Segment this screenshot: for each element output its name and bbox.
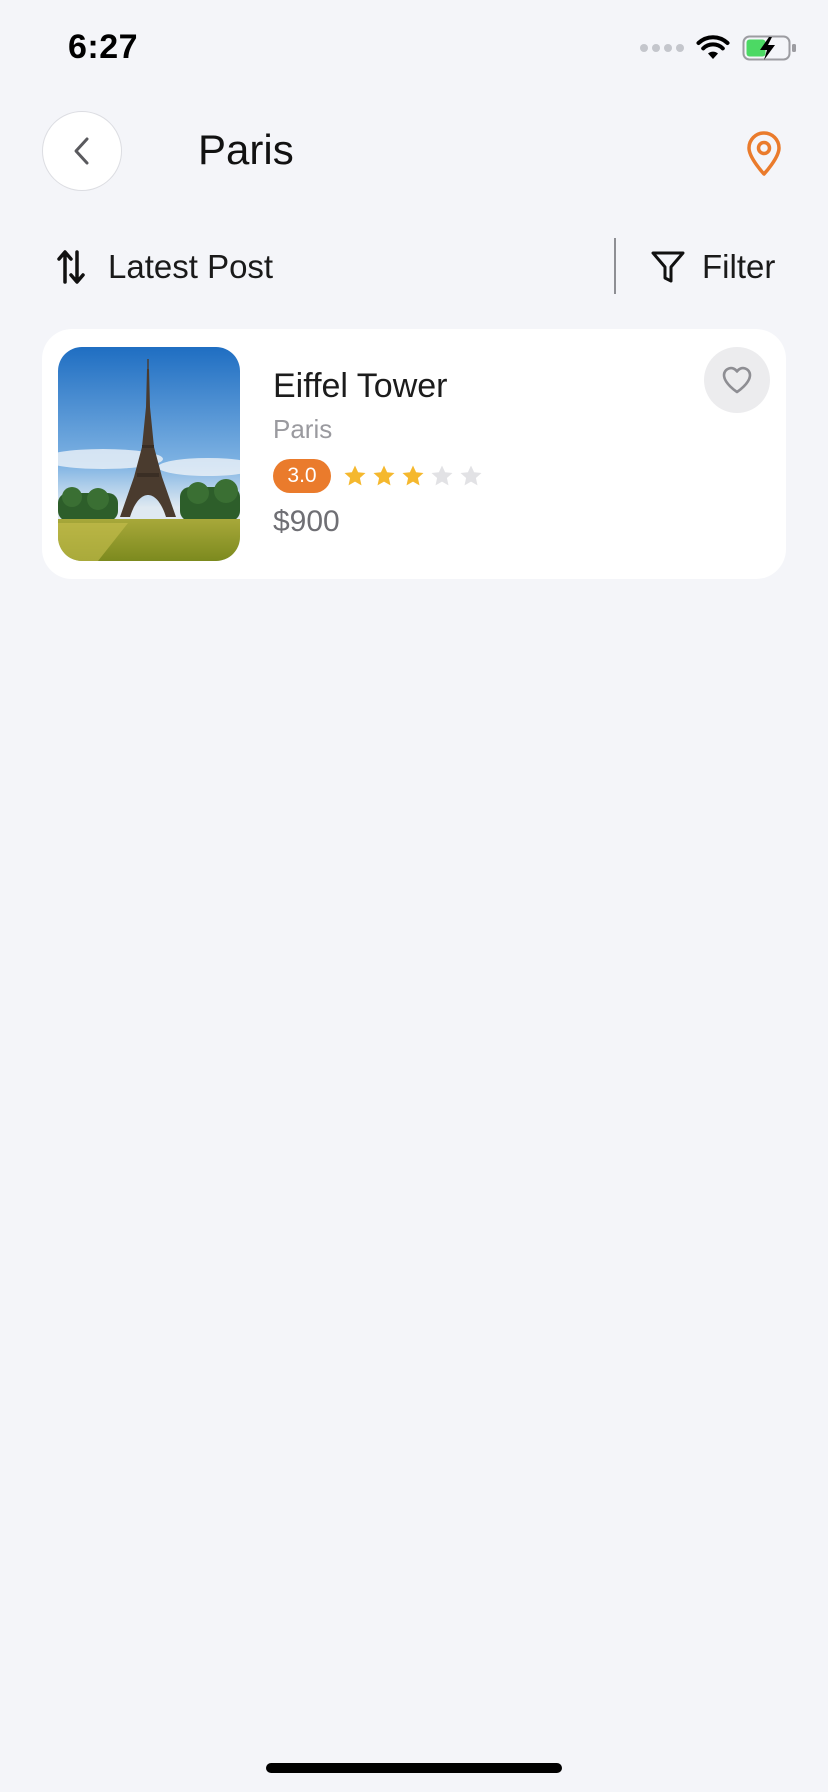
sort-label: Latest Post	[108, 248, 274, 285]
map-pin-icon	[747, 131, 781, 176]
filter-label: Filter	[702, 248, 776, 285]
status-icons	[640, 34, 798, 62]
home-indicator[interactable]	[266, 1763, 562, 1773]
status-time: 6:27	[68, 28, 139, 66]
star-icon	[431, 465, 453, 486]
signal-dots-icon	[640, 44, 684, 52]
place-price: $900	[273, 505, 340, 538]
sort-button[interactable]: Latest Post	[56, 244, 273, 290]
battery-charging-icon	[742, 35, 796, 61]
rating-row: 3.0	[273, 459, 483, 493]
funnel-icon	[651, 251, 685, 283]
toolbar-divider	[614, 238, 616, 294]
favorite-button[interactable]	[704, 347, 770, 413]
place-card[interactable]: Eiffel Tower Paris 3.0 $900	[42, 329, 786, 579]
chevron-left-icon	[74, 137, 89, 165]
star-icon	[402, 465, 424, 486]
star-icon	[344, 465, 366, 486]
place-name: Eiffel Tower	[273, 367, 448, 405]
star-icon	[373, 465, 395, 486]
filter-button[interactable]: Filter	[650, 244, 775, 290]
star-icon	[460, 465, 482, 486]
sort-arrows-icon	[57, 250, 85, 284]
wifi-icon	[696, 35, 730, 59]
rating-badge: 3.0	[273, 459, 331, 493]
page-title: Paris	[198, 126, 294, 173]
place-image	[58, 347, 240, 561]
location-button[interactable]	[742, 130, 786, 178]
place-location: Paris	[273, 414, 333, 444]
star-rating	[343, 464, 483, 488]
back-button[interactable]	[42, 111, 122, 191]
heart-outline-icon	[722, 366, 752, 394]
status-bar: 6:27	[0, 0, 828, 100]
